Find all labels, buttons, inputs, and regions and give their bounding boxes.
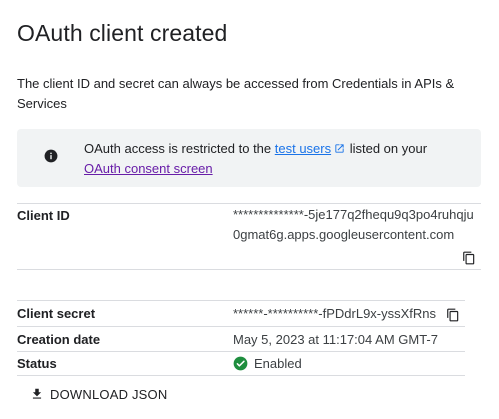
info-banner: OAuth access is restricted to the test u… xyxy=(17,129,481,187)
banner-message: OAuth access is restricted to the test u… xyxy=(84,139,474,179)
download-json-label: DOWNLOAD JSON xyxy=(50,386,168,402)
divider xyxy=(17,351,465,352)
creation-date-label: Creation date xyxy=(17,332,101,347)
status-value: Enabled xyxy=(254,356,302,371)
creation-date-value: May 5, 2023 at 11:17:04 AM GMT-7 xyxy=(233,332,438,347)
dialog-title: OAuth client created xyxy=(17,20,228,46)
banner-text-after: listed on your xyxy=(346,141,428,156)
copy-client-secret-icon[interactable] xyxy=(446,307,460,323)
test-users-link[interactable]: test users xyxy=(275,141,331,156)
divider xyxy=(17,326,465,327)
check-circle-icon xyxy=(233,356,248,371)
divider xyxy=(17,269,481,270)
copy-client-id-icon[interactable] xyxy=(462,250,476,266)
client-id-label: Client ID xyxy=(17,208,70,223)
status-label: Status xyxy=(17,356,57,371)
download-icon xyxy=(32,388,42,399)
client-secret-value: ******-**********-fPDdrL9x-yssXfRns xyxy=(233,306,437,321)
divider xyxy=(17,203,481,204)
info-icon xyxy=(44,149,58,163)
client-id-value: **************-5je177q2fhequ9q3po4ruhqju… xyxy=(233,207,474,242)
open-in-new-icon[interactable] xyxy=(334,143,345,154)
dialog-description: The client ID and secret can always be a… xyxy=(17,76,455,111)
client-secret-label: Client secret xyxy=(17,306,96,321)
banner-text-before: OAuth access is restricted to the xyxy=(84,141,275,156)
download-json-button[interactable]: DOWNLOAD JSON xyxy=(30,383,167,405)
oauth-consent-screen-link[interactable]: OAuth consent screen xyxy=(84,161,213,176)
divider xyxy=(17,375,465,376)
divider xyxy=(17,300,465,301)
